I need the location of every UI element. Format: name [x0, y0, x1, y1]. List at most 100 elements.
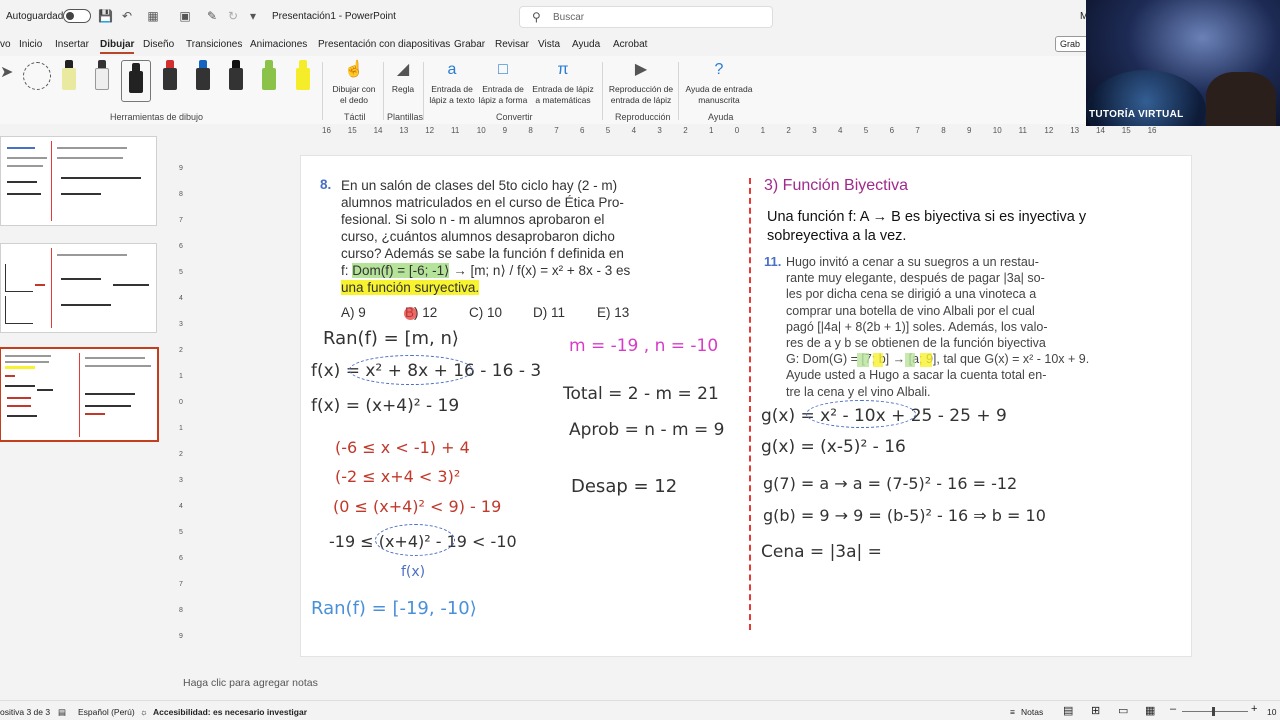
ruler-tick: 8 — [528, 126, 533, 135]
tab-animations[interactable]: Animaciones — [250, 39, 307, 50]
zoom-slider[interactable] — [1182, 711, 1248, 712]
slide-counter: ositiva 3 de 3 — [0, 707, 51, 717]
shapes-icon[interactable]: ▣ — [178, 9, 192, 23]
autosave-toggle[interactable] — [63, 9, 91, 23]
option-a: A) 9 — [341, 305, 366, 320]
group-convert: Convertir — [496, 112, 533, 122]
ruler-tick: 5 — [863, 126, 869, 135]
ruler-tick: 2 — [683, 126, 688, 135]
ink-to-text-icon: a​ — [447, 61, 457, 78]
vruler-tick: 3 — [179, 477, 183, 484]
notes-button[interactable]: Notas — [1021, 707, 1043, 717]
vruler-tick: 7 — [179, 581, 183, 588]
slide-thumbnail-3[interactable] — [0, 347, 159, 442]
ruler-tick: 12 — [425, 126, 435, 135]
ink-to-shape-button[interactable]: □ Entrada de lápiz a forma — [478, 60, 528, 106]
sorter-view-icon[interactable]: ⊞ — [1091, 704, 1100, 717]
ruler-tick: 13 — [399, 126, 409, 135]
zoom-in-icon[interactable]: + — [1251, 703, 1257, 715]
notes-icon: ≡ — [1010, 707, 1015, 717]
accessibility-icon: ☼ — [140, 707, 148, 717]
normal-view-icon[interactable]: ▤ — [1063, 704, 1073, 717]
status-bar: ositiva 3 de 3 ▤ Español (Perú) ☼ Accesi… — [0, 700, 1280, 720]
section-heading: 3) Función Biyectiva — [764, 177, 909, 194]
pen-color — [62, 68, 76, 90]
ruler-tick: 11 — [1018, 126, 1027, 135]
highlighter-green[interactable] — [262, 60, 276, 94]
lasso-icon[interactable] — [23, 62, 51, 90]
highlighter-pen-1[interactable] — [62, 60, 76, 94]
pen-icon[interactable]: ✎ — [205, 9, 219, 23]
spellcheck-icon[interactable]: ▤ — [58, 707, 66, 718]
table-icon[interactable]: ▦ — [146, 9, 160, 23]
option-c: C) 10 — [469, 305, 503, 320]
ruler-tick: 15 — [1121, 126, 1131, 135]
ink-replay-button[interactable]: ▶ Reproducción de entrada de lápiz — [608, 60, 674, 106]
tab-design[interactable]: Diseño — [143, 39, 174, 50]
tab-transitions[interactable]: Transiciones — [186, 39, 242, 50]
search-box[interactable]: ⚲ Buscar — [519, 6, 773, 28]
ruler-tick: 16 — [322, 126, 331, 135]
highlight-7 — [857, 353, 869, 367]
slide-thumbnail-2[interactable] — [0, 243, 157, 333]
option-e: E) 13 — [597, 305, 630, 320]
redo-icon[interactable]: ↻ — [226, 9, 240, 23]
reading-view-icon[interactable]: ▭ — [1118, 704, 1128, 717]
hw-step-3: (0 ≤ (x+4)² < 9) - 19 — [333, 497, 502, 516]
group-help: Ayuda — [708, 112, 734, 122]
zoom-thumb[interactable] — [1212, 707, 1215, 716]
pen-black-brush[interactable] — [229, 60, 243, 94]
answer-mark — [404, 307, 417, 320]
slide-thumbnail-1[interactable] — [0, 136, 157, 226]
ink-to-math-button[interactable]: π Entrada de lápiz a matemáticas — [530, 60, 596, 106]
ruler-tick: 14 — [1096, 126, 1105, 135]
ruler-icon: ◢ — [396, 61, 410, 78]
vruler-tick: 9 — [179, 165, 183, 172]
tab-home[interactable]: Inicio — [19, 39, 42, 50]
slideshow-icon[interactable]: ▦ — [1145, 704, 1155, 717]
save-icon[interactable]: 💾 — [98, 9, 113, 23]
question-11-text: Hugo invitó a cenar a su suegros a un re… — [786, 255, 1090, 399]
pen-blue[interactable] — [196, 60, 210, 94]
highlighter-yellow[interactable] — [296, 60, 310, 94]
ruler-tick: 15 — [347, 126, 357, 135]
pen-black-selected[interactable] — [121, 60, 151, 102]
ink-help-button[interactable]: ? Ayuda de entrada manuscrita — [684, 60, 754, 106]
ink-to-text-button[interactable]: a​ Entrada de lápiz a texto — [427, 60, 477, 106]
tab-slideshow[interactable]: Presentación con diapositivas — [318, 39, 450, 50]
tab-view[interactable]: Vista — [538, 39, 560, 50]
record-button[interactable]: Grab — [1055, 36, 1089, 52]
notes-placeholder[interactable]: Haga clic para agregar notas — [183, 677, 318, 689]
tab-review[interactable]: Revisar — [495, 39, 529, 50]
highlight-9 — [920, 353, 932, 367]
ruler-button[interactable]: ◢ Regla — [388, 60, 418, 95]
vertical-ruler: 9 8 7 6 5 4 3 2 1 0 1 2 3 4 5 6 7 8 9 — [177, 155, 189, 655]
language-label[interactable]: Español (Perú) — [78, 707, 135, 717]
ink-to-shape-icon: □ — [498, 61, 508, 78]
tab-insert[interactable]: Insertar — [55, 39, 89, 50]
customize-icon[interactable]: ▾ — [246, 9, 260, 23]
tab-record[interactable]: Grabar — [454, 39, 485, 50]
document-title: Presentación1 - PowerPoint — [272, 11, 396, 22]
tab-draw[interactable]: Dibujar — [100, 39, 135, 54]
tab-help[interactable]: Ayuda — [572, 39, 600, 50]
accessibility-status[interactable]: Accesibilidad: es necesario investigar — [153, 707, 307, 717]
tab-file[interactable]: vo — [0, 39, 11, 50]
ruler-tick: 4 — [838, 126, 843, 135]
zoom-out-icon[interactable]: – — [1170, 703, 1176, 715]
draw-with-finger-button[interactable]: ☝ Dibujar con el dedo — [330, 60, 378, 106]
tab-acrobat[interactable]: Acrobat — [613, 39, 647, 50]
pencil-tool[interactable] — [95, 60, 109, 94]
zoom-level[interactable]: 10 — [1267, 707, 1276, 717]
slide-canvas[interactable]: 8. En un salón de clases del 5to ciclo h… — [300, 155, 1192, 657]
pen-red[interactable] — [163, 60, 177, 94]
select-cursor-icon[interactable]: ➤ — [0, 65, 13, 81]
definition-text: Una función f: A → B es biyectiva si es … — [767, 209, 1087, 244]
hw-aprob: Aprob = n - m = 9 — [569, 420, 725, 440]
undo-icon[interactable]: ↶ — [120, 9, 134, 23]
group-touch: Táctil — [344, 112, 366, 122]
option-d: D) 11 — [533, 305, 566, 320]
webcam-caption: TUTORÍA VIRTUAL — [1089, 109, 1184, 120]
vruler-tick: 4 — [179, 503, 183, 510]
search-placeholder: Buscar — [553, 12, 585, 23]
